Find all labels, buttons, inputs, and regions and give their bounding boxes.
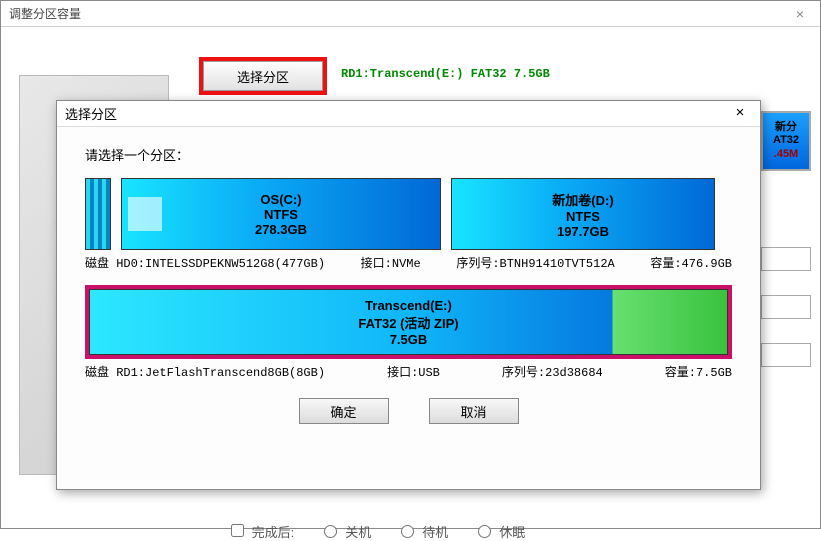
bg-newpart-line3: .45M (774, 148, 798, 161)
partition-e-selection: Transcend(E:) FAT32 (活动 ZIP) 7.5GB (85, 285, 732, 359)
partition-name: OS(C:) (260, 192, 301, 207)
bg-field[interactable] (761, 343, 811, 367)
complete-row: 完成后: 关机 待机 休眠 (231, 522, 525, 541)
disk1-info: 磁盘 RD1:JetFlashTranscend8GB(8GB) 接口:USB … (85, 363, 732, 380)
disk0-serial: 序列号:BTNH91410TVT512A (456, 254, 614, 271)
radio-input[interactable] (478, 525, 491, 538)
radio-label: 待机 (422, 522, 448, 541)
main-close-button[interactable]: × (780, 1, 820, 27)
cancel-button[interactable]: 取消 (429, 398, 519, 424)
disk0-cap: 容量:476.9GB (650, 254, 732, 271)
disk0-bar: OS(C:) NTFS 278.3GB 新加卷(D:) NTFS 197.7GB (85, 178, 732, 250)
disk0-id: 磁盘 HD0:INTELSSDPEKNW512G8(477GB) (85, 254, 325, 271)
complete-radio-shutdown[interactable]: 关机 (324, 522, 371, 541)
dialog-close-button[interactable]: × (726, 104, 754, 124)
disk0-block: OS(C:) NTFS 278.3GB 新加卷(D:) NTFS 197.7GB… (85, 178, 732, 271)
disk1-id: 磁盘 RD1:JetFlashTranscend8GB(8GB) (85, 363, 325, 380)
main-body: 选择分区 RD1:Transcend(E:) FAT32 7.5GB 新分 AT… (1, 27, 820, 51)
radio-input[interactable] (401, 525, 414, 538)
complete-checkbox[interactable]: 完成后: (231, 522, 294, 541)
dialog-titlebar: 选择分区 × (57, 101, 760, 127)
main-titlebar: 调整分区容量 × (1, 1, 820, 27)
complete-radio-standby[interactable]: 待机 (401, 522, 448, 541)
partition-name: Transcend(E:) (365, 298, 452, 313)
partition-fs: NTFS (264, 207, 298, 222)
partition-name: 新加卷(D:) (552, 190, 613, 209)
partition-fs: NTFS (566, 209, 600, 224)
partition-size: 7.5GB (390, 332, 428, 347)
partition-c[interactable]: OS(C:) NTFS 278.3GB (121, 178, 441, 250)
bg-new-partition: 新分 AT32 .45M (761, 111, 811, 171)
bg-input-stack (761, 247, 811, 367)
bg-newpart-line1: 新分 (775, 121, 797, 134)
partition-d[interactable]: 新加卷(D:) NTFS 197.7GB (451, 178, 715, 250)
disk0-iface: 接口:NVMe (361, 254, 421, 271)
radio-input[interactable] (324, 525, 337, 538)
disk1-block: Transcend(E:) FAT32 (活动 ZIP) 7.5GB 磁盘 RD… (85, 285, 732, 380)
bg-newpart-line2: AT32 (773, 134, 799, 147)
partition-size: 278.3GB (255, 222, 307, 237)
bg-field[interactable] (761, 295, 811, 319)
partition-fs: FAT32 (活动 ZIP) (358, 313, 458, 332)
bg-field[interactable] (761, 247, 811, 271)
main-window-title: 调整分区容量 (9, 5, 81, 22)
disk0-info: 磁盘 HD0:INTELSSDPEKNW512G8(477GB) 接口:NVMe… (85, 254, 732, 271)
select-partition-button[interactable]: 选择分区 (203, 61, 323, 91)
radio-label: 关机 (345, 522, 371, 541)
disk1-iface: 接口:USB (387, 363, 440, 380)
complete-checkbox-label: 完成后: (252, 525, 295, 540)
partition-e[interactable]: Transcend(E:) FAT32 (活动 ZIP) 7.5GB (89, 289, 728, 355)
disk1-cap: 容量:7.5GB (665, 363, 732, 380)
current-partition-label: RD1:Transcend(E:) FAT32 7.5GB (341, 67, 550, 81)
dialog-body: 请选择一个分区： OS(C:) NTFS 278.3GB 新加卷(D:) NTF… (57, 127, 760, 434)
select-partition-dialog: 选择分区 × 请选择一个分区： OS(C:) NTFS 278.3GB 新加卷(… (56, 100, 761, 490)
select-partition-highlight: 选择分区 (199, 57, 327, 95)
dialog-title: 选择分区 (65, 104, 117, 123)
complete-radio-hibernate[interactable]: 休眠 (478, 522, 525, 541)
complete-checkbox-input[interactable] (231, 524, 244, 537)
disk0-system-reserved[interactable] (85, 178, 111, 250)
disk1-serial: 序列号:23d38684 (502, 363, 603, 380)
dialog-prompt: 请选择一个分区： (85, 145, 732, 164)
dialog-buttons: 确定 取消 (85, 398, 732, 424)
partition-size: 197.7GB (557, 224, 609, 239)
radio-label: 休眠 (499, 522, 525, 541)
ok-button[interactable]: 确定 (299, 398, 389, 424)
